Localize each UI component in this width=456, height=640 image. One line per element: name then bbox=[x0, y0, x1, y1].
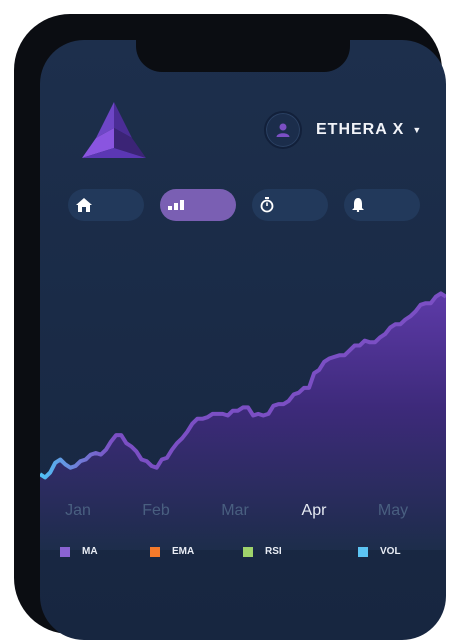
legend-item[interactable]: MA bbox=[60, 546, 98, 557]
legend-item[interactable]: RSI bbox=[243, 546, 282, 557]
phone-frame: ETHERA X ▼ Jan Feb Mar Apr May MA EMA RS… bbox=[14, 14, 446, 640]
x-tick-label[interactable]: May bbox=[363, 502, 423, 520]
legend-label: RSI bbox=[265, 546, 282, 557]
x-tick-label[interactable]: Feb bbox=[126, 502, 186, 520]
x-tick-label[interactable]: Apr bbox=[284, 502, 344, 520]
tab-timer[interactable] bbox=[252, 189, 328, 221]
legend-swatch bbox=[60, 546, 70, 557]
bell-icon bbox=[352, 198, 364, 212]
x-tick-label[interactable]: Mar bbox=[205, 502, 265, 520]
user-profile[interactable]: ETHERA X ▼ bbox=[264, 110, 421, 150]
user-avatar-icon[interactable] bbox=[264, 111, 302, 149]
stopwatch-icon bbox=[260, 197, 274, 213]
tab-home[interactable] bbox=[68, 189, 144, 221]
legend-item[interactable]: VOL bbox=[358, 546, 401, 557]
legend-item[interactable]: EMA bbox=[150, 546, 194, 557]
camera-notch bbox=[136, 40, 350, 72]
chart-bars-icon bbox=[168, 200, 184, 210]
x-tick-label[interactable]: Jan bbox=[48, 502, 108, 520]
legend-label: EMA bbox=[172, 546, 195, 557]
legend-swatch bbox=[150, 546, 160, 557]
tab-chart[interactable] bbox=[160, 189, 236, 221]
tab-notifications[interactable] bbox=[344, 189, 420, 221]
legend-swatch bbox=[243, 546, 253, 557]
app-screen: ETHERA X ▼ Jan Feb Mar Apr May MA EMA RS… bbox=[40, 40, 446, 640]
x-axis-labels: Jan Feb Mar Apr May bbox=[40, 502, 446, 522]
legend-label: VOL bbox=[380, 546, 401, 557]
home-icon bbox=[76, 198, 92, 212]
legend-label: MA bbox=[82, 546, 98, 557]
legend-swatch bbox=[358, 546, 368, 557]
user-name[interactable]: ETHERA X bbox=[316, 121, 404, 139]
caret-down-icon[interactable]: ▼ bbox=[412, 125, 421, 135]
app-logo bbox=[82, 102, 146, 158]
chart-legend: MA EMA RSI VOL bbox=[40, 546, 446, 562]
